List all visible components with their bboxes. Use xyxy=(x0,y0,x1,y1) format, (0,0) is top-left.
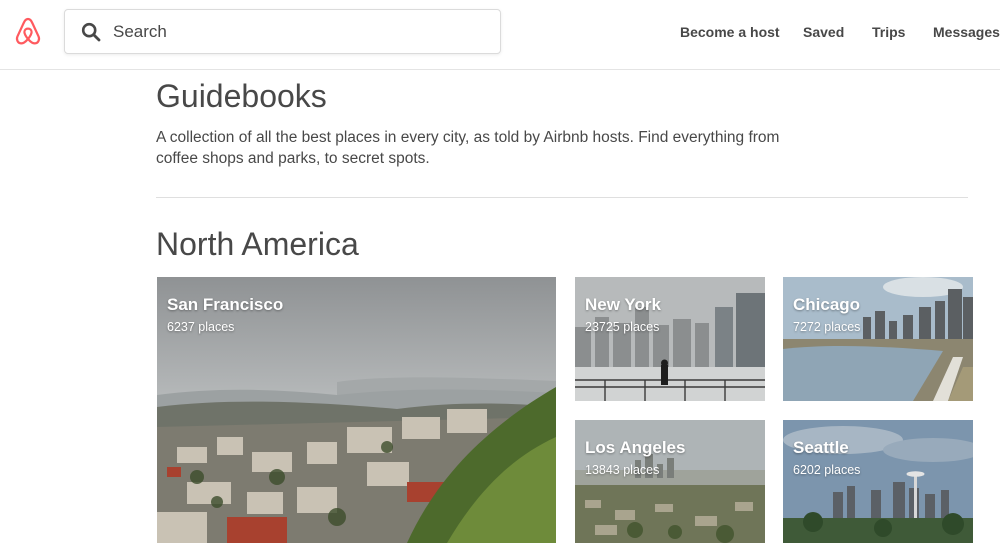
city-place-count: 6202 places xyxy=(793,463,861,477)
nav-saved[interactable]: Saved xyxy=(803,24,844,40)
city-card-san-francisco[interactable]: San Francisco 6237 places xyxy=(157,277,556,543)
top-header: Become a host Saved Trips Messages xyxy=(0,0,1000,70)
section-title: North America xyxy=(156,226,359,262)
page-description: A collection of all the best places in e… xyxy=(156,129,780,167)
city-card-seattle[interactable]: Seattle 6202 places xyxy=(783,420,973,543)
search-bar[interactable] xyxy=(64,9,501,54)
city-card-los-angeles[interactable]: Los Angeles 13843 places xyxy=(575,420,765,543)
city-photo xyxy=(157,277,556,543)
city-name: Seattle xyxy=(793,438,849,457)
city-name: New York xyxy=(585,295,661,314)
city-place-count: 6237 places xyxy=(167,320,235,334)
airbnb-logo-icon[interactable] xyxy=(12,16,44,48)
city-place-count: 13843 places xyxy=(585,463,660,477)
city-card-new-york[interactable]: New York 23725 places xyxy=(575,277,765,401)
city-card-chicago[interactable]: Chicago 7272 places xyxy=(783,277,973,401)
city-place-count: 23725 places xyxy=(585,320,660,334)
city-name: San Francisco xyxy=(167,295,284,314)
page-title: Guidebooks xyxy=(156,78,327,114)
nav-messages[interactable]: Messages xyxy=(933,24,1000,40)
city-place-count: 7272 places xyxy=(793,320,861,334)
section-divider xyxy=(156,197,968,198)
city-name: Los Angeles xyxy=(585,438,686,457)
city-name: Chicago xyxy=(793,295,861,314)
nav-trips[interactable]: Trips xyxy=(872,24,905,40)
nav-become-a-host[interactable]: Become a host xyxy=(680,24,780,40)
search-input[interactable] xyxy=(113,10,493,53)
search-icon xyxy=(81,22,101,42)
